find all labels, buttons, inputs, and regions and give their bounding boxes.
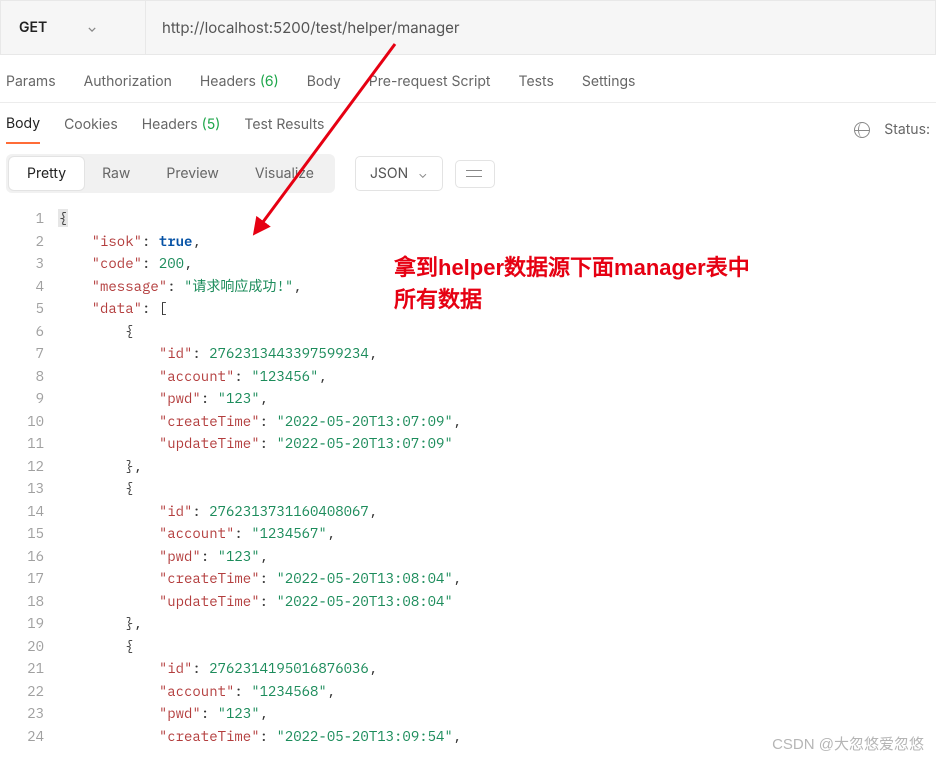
tab-headers[interactable]: Headers (6) <box>200 73 279 90</box>
http-method-dropdown[interactable]: GET ⌄ <box>1 1 146 54</box>
resp-tab-cookies[interactable]: Cookies <box>64 116 118 143</box>
tab-prerequest[interactable]: Pre-request Script <box>369 73 491 90</box>
tab-headers-label: Headers <box>200 73 256 90</box>
annotation-line1: 拿到helper数据源下面manager表中 <box>394 252 750 284</box>
annotation-line2: 所有数据 <box>394 284 750 316</box>
view-preview[interactable]: Preview <box>148 157 237 190</box>
chevron-down-icon: ⌄ <box>418 166 427 181</box>
status-label: Status: <box>884 121 930 138</box>
view-pretty[interactable]: Pretty <box>9 157 84 190</box>
http-method-label: GET <box>19 19 47 36</box>
resp-tab-headers-label: Headers <box>142 116 198 133</box>
line-gutter: 123456789101112131415161718192021222324 <box>0 207 58 761</box>
watermark: CSDN @大忽悠爱忽悠 <box>772 733 924 754</box>
url-input[interactable]: http://localhost:5200/test/helper/manage… <box>146 1 935 54</box>
url-text: http://localhost:5200/test/helper/manage… <box>162 18 460 37</box>
annotation-text: 拿到helper数据源下面manager表中 所有数据 <box>394 252 750 316</box>
resp-tab-body[interactable]: Body <box>6 115 40 144</box>
response-bar: Body Cookies Headers (5) Test Results St… <box>0 103 936 144</box>
tab-params[interactable]: Params <box>6 73 56 90</box>
view-visualize[interactable]: Visualize <box>237 157 332 190</box>
request-url-bar: GET ⌄ http://localhost:5200/test/helper/… <box>0 0 936 55</box>
format-dropdown[interactable]: JSON ⌄ <box>355 156 443 191</box>
tab-authorization[interactable]: Authorization <box>84 73 172 90</box>
tab-settings[interactable]: Settings <box>582 73 636 90</box>
view-mode-bar: Pretty Raw Preview Visualize JSON ⌄ <box>0 144 936 201</box>
format-label: JSON <box>370 165 408 182</box>
view-mode-tabs: Pretty Raw Preview Visualize <box>6 154 335 193</box>
view-raw[interactable]: Raw <box>84 157 148 190</box>
tab-tests[interactable]: Tests <box>519 73 554 90</box>
wrap-lines-button[interactable] <box>455 160 495 188</box>
resp-tab-testresults[interactable]: Test Results <box>244 116 324 143</box>
chevron-down-icon: ⌄ <box>87 20 97 35</box>
globe-icon[interactable] <box>854 122 870 138</box>
wrap-lines-icon <box>466 167 484 181</box>
response-tabs: Body Cookies Headers (5) Test Results <box>6 115 324 144</box>
resp-tab-headers-count: (5) <box>202 116 221 133</box>
tab-headers-count: (6) <box>260 73 279 90</box>
resp-tab-headers[interactable]: Headers (5) <box>142 116 221 143</box>
response-status-area: Status: <box>854 121 930 138</box>
request-tabs: Params Authorization Headers (6) Body Pr… <box>0 55 936 103</box>
tab-body[interactable]: Body <box>307 73 341 90</box>
